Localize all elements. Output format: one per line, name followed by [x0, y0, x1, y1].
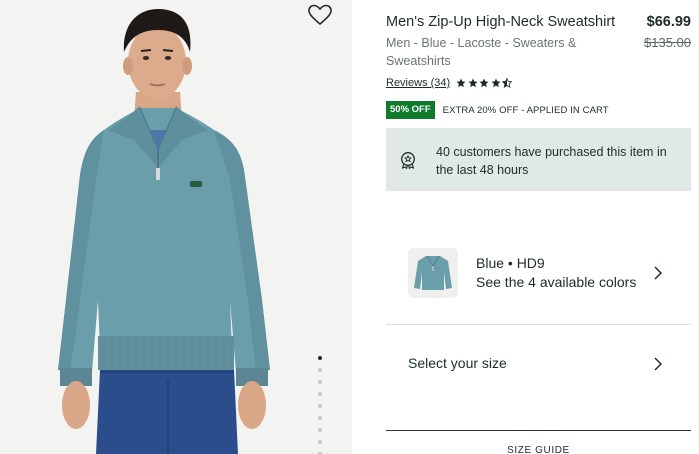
reviews-summary: Reviews (34) [386, 77, 514, 89]
color-selector[interactable]: Blue • HD9 See the 4 available colors [386, 228, 691, 325]
gallery-dot[interactable] [318, 440, 322, 444]
available-colors-link[interactable]: See the 4 available colors [476, 274, 636, 290]
gallery-dot[interactable] [318, 416, 322, 420]
star-icon [456, 78, 466, 88]
selected-color: Blue • HD9 [476, 255, 545, 271]
gallery-dot[interactable] [318, 392, 322, 396]
product-breadcrumb: Men - Blue - Lacoste - Sweaters & Sweats… [386, 36, 577, 68]
discount-badge: 50% OFF [386, 101, 435, 119]
star-icon [479, 78, 489, 88]
original-price: $135.00 [644, 35, 691, 50]
rating-stars [456, 78, 514, 88]
sale-price: $66.99 [646, 14, 691, 30]
gallery-dot[interactable] [318, 380, 322, 384]
gallery-dot[interactable] [318, 368, 322, 372]
star-icon [468, 78, 478, 88]
chevron-right-icon [654, 357, 662, 371]
gallery-pagination [317, 356, 323, 454]
gallery-dot[interactable] [318, 356, 322, 360]
gallery-dot[interactable] [318, 404, 322, 408]
select-size-label: Select your size [408, 355, 507, 371]
star-icon [491, 78, 501, 88]
color-thumbnail[interactable] [408, 248, 458, 298]
product-image[interactable] [0, 0, 352, 454]
promo-row: 50% OFF EXTRA 20% OFF - APPLIED IN CART [386, 101, 609, 119]
social-proof-text: 40 customers have purchased this item in… [436, 145, 667, 177]
product-gallery[interactable] [0, 0, 352, 454]
promo-text: EXTRA 20% OFF - APPLIED IN CART [442, 104, 609, 116]
heart-icon[interactable] [307, 3, 333, 27]
size-selector[interactable]: Select your size [386, 326, 691, 401]
award-badge-icon [401, 152, 415, 169]
sweater-thumbnail-image [408, 248, 458, 298]
chevron-right-icon [654, 266, 662, 280]
product-title: Men's Zip-Up High-Neck Sweatshirt [386, 14, 616, 30]
product-info: Men's Zip-Up High-Neck Sweatshirt $66.99… [386, 0, 699, 454]
reviews-link[interactable]: Reviews (34) [386, 77, 450, 89]
star-half-icon [502, 78, 513, 88]
gallery-dot[interactable] [318, 428, 322, 432]
divider [386, 430, 691, 431]
social-proof-banner: 40 customers have purchased this item in… [386, 128, 691, 191]
size-guide-link[interactable]: SIZE GUIDE [386, 445, 691, 454]
